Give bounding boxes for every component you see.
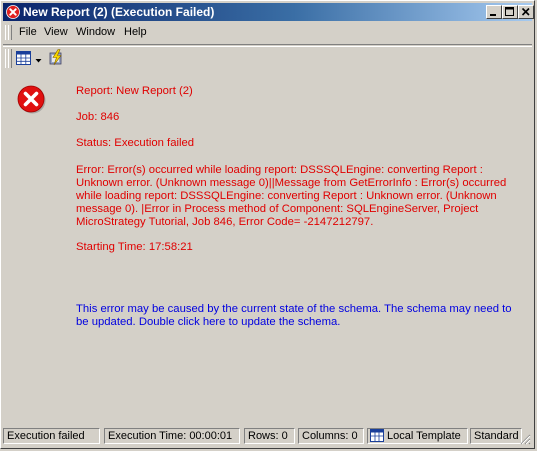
status-state: Execution failed <box>3 428 100 444</box>
toolbar-grip-2 <box>8 49 12 68</box>
job-line: Job: 846 <box>76 111 120 123</box>
window-title: New Report (2) (Execution Failed) <box>23 5 215 19</box>
menu-window-label: Window <box>76 26 116 38</box>
report-content: Report: New Report (2) Job: 846 Status: … <box>3 71 532 426</box>
starting-time: Starting Time: 17:58:21 <box>76 241 193 253</box>
status-rows: Rows: 0 <box>244 428 295 444</box>
status-template-label: Local Template <box>387 430 461 442</box>
status-template[interactable]: Local Template <box>367 428 468 444</box>
chevron-down-icon <box>35 59 42 63</box>
menu-view[interactable]: View <box>44 26 68 38</box>
resize-grip-icon[interactable] <box>519 433 531 445</box>
report-window: New Report (2) (Execution Failed) File V… <box>0 0 535 449</box>
grid-icon <box>16 51 31 65</box>
status-execution-time: Execution Time: 00:00:01 <box>104 428 240 444</box>
run-report-button[interactable] <box>47 49 65 68</box>
menu-grip-2 <box>8 25 12 40</box>
status-line: Status: Execution failed <box>76 137 195 149</box>
menu-file[interactable]: File <box>19 26 37 38</box>
view-dropdown-arrow[interactable] <box>35 55 42 63</box>
close-icon <box>521 7 530 16</box>
menu-window[interactable]: Window <box>76 26 115 38</box>
menu-file-label: File <box>19 26 37 38</box>
title-bar[interactable]: New Report (2) (Execution Failed) <box>3 3 534 21</box>
grid-view-button[interactable] <box>15 50 33 67</box>
status-mode: Standard <box>470 428 522 444</box>
menu-help-label: Help <box>124 26 147 38</box>
toolbar <box>3 44 532 70</box>
maximize-button[interactable] <box>502 5 518 19</box>
report-name-line: Report: New Report (2) <box>76 85 193 97</box>
update-schema-link[interactable]: This error may be caused by the current … <box>76 303 516 329</box>
status-bar: Execution failed Execution Time: 00:00:0… <box>3 427 532 446</box>
maximize-icon <box>505 7 514 16</box>
close-button[interactable] <box>518 5 534 19</box>
error-x-icon <box>6 5 20 19</box>
lightning-icon <box>49 49 62 66</box>
error-x-icon <box>17 85 46 114</box>
error-details: Error: Error(s) occurred while loading r… <box>76 164 507 228</box>
minimize-button[interactable] <box>486 5 502 19</box>
template-icon <box>370 429 384 442</box>
minimize-icon <box>490 14 496 16</box>
menu-view-label: View <box>44 26 68 38</box>
menu-help[interactable]: Help <box>124 26 147 38</box>
status-columns: Columns: 0 <box>298 428 364 444</box>
menu-bar: File View Window Help <box>3 23 532 42</box>
